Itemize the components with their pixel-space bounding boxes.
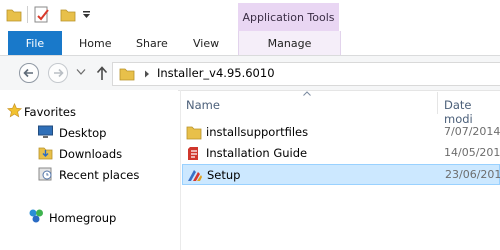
contextual-tab-group: Application Tools xyxy=(238,3,339,31)
tab-manage-label: Manage xyxy=(267,37,312,50)
breadcrumb-chevron-icon[interactable] xyxy=(144,70,150,78)
tab-home[interactable]: Home xyxy=(79,37,111,50)
up-arrow-icon[interactable] xyxy=(96,65,108,81)
new-folder-icon[interactable] xyxy=(60,7,76,23)
column-header-name[interactable]: Name xyxy=(186,98,220,112)
navigation-pane: Favorites Desktop Downloads Recent place… xyxy=(0,90,178,250)
file-row-installation-guide[interactable]: Installation Guide 14/05/2013 xyxy=(182,143,500,164)
tab-manage[interactable]: Manage xyxy=(238,31,341,55)
nav-homegroup[interactable]: Homegroup xyxy=(49,211,116,231)
star-icon xyxy=(7,103,22,118)
file-name: Installation Guide xyxy=(206,146,308,160)
nav-item-downloads[interactable]: Downloads xyxy=(59,147,122,167)
contextual-group-label: Application Tools xyxy=(242,11,335,24)
nav-item-desktop[interactable]: Desktop xyxy=(59,126,106,146)
file-row-installsupportfiles[interactable]: installsupportfiles 7/07/2014 xyxy=(182,122,500,143)
sort-ascending-icon xyxy=(303,91,311,96)
pane-divider[interactable] xyxy=(180,90,181,250)
back-button[interactable] xyxy=(19,63,39,83)
toolbar-separator xyxy=(27,6,28,23)
homegroup-icon xyxy=(29,209,43,223)
tab-file-label: File xyxy=(25,37,45,50)
file-date: 23/06/2014 xyxy=(445,168,500,181)
properties-icon[interactable] xyxy=(33,6,51,24)
tab-share[interactable]: Share xyxy=(136,37,168,50)
forward-arrow-icon xyxy=(54,68,64,78)
downloads-icon xyxy=(38,147,53,160)
folder-icon xyxy=(119,68,135,81)
column-divider[interactable] xyxy=(437,92,438,114)
recent-locations-icon[interactable] xyxy=(76,68,86,76)
file-name: installsupportfiles xyxy=(206,125,309,139)
customize-toolbar-icon[interactable] xyxy=(82,10,92,20)
breadcrumb-path[interactable]: Installer_v4.95.6010 xyxy=(157,66,275,80)
file-row-setup[interactable]: Setup 23/06/2014 xyxy=(182,164,500,185)
setup-app-icon xyxy=(188,170,202,181)
tab-view[interactable]: View xyxy=(193,37,219,50)
nav-item-recent-places[interactable]: Recent places xyxy=(59,168,139,188)
file-date: 14/05/2013 xyxy=(444,146,500,159)
forward-button[interactable] xyxy=(48,63,68,83)
address-bar[interactable]: Installer_v4.95.6010 xyxy=(112,62,500,86)
folder-icon[interactable] xyxy=(6,7,22,23)
back-arrow-icon xyxy=(23,68,33,78)
tab-file[interactable]: File xyxy=(8,31,62,55)
nav-favorites[interactable]: Favorites xyxy=(24,105,76,125)
pdf-icon xyxy=(188,147,198,160)
folder-icon xyxy=(186,126,202,140)
recent-places-icon xyxy=(38,167,52,181)
file-name: Setup xyxy=(207,168,241,182)
desktop-icon xyxy=(38,125,53,138)
file-date: 7/07/2014 xyxy=(444,125,500,138)
